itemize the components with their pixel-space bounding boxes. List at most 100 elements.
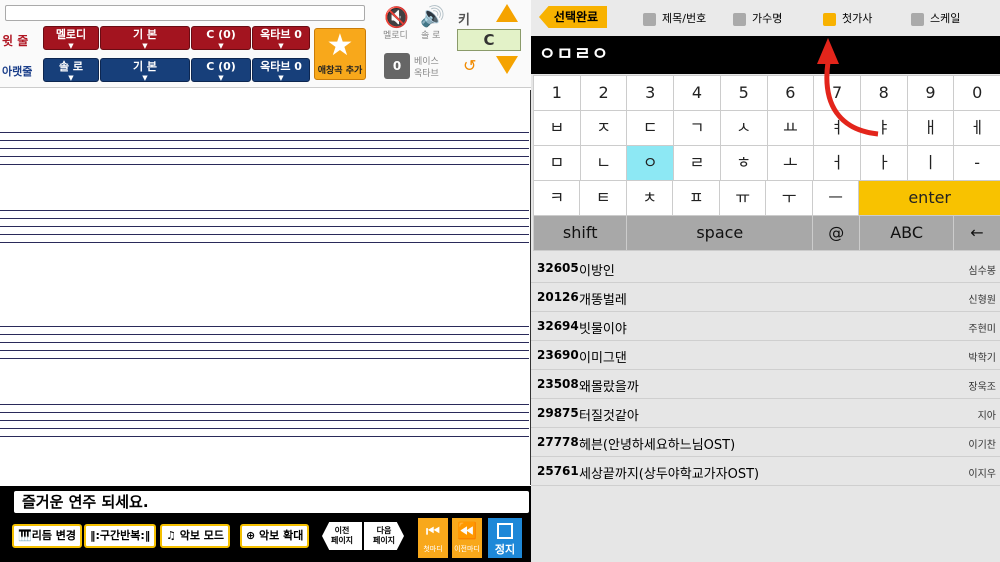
- upper-instrument-select[interactable]: 멜로디 ▼: [43, 26, 99, 50]
- lower-octave-select[interactable]: 옥타브 0 ▼: [252, 58, 310, 82]
- hangul-key[interactable]: ㅌ: [579, 180, 627, 216]
- hangul-key[interactable]: -: [953, 145, 1000, 181]
- prev-page-button[interactable]: 이전 페이지: [322, 522, 362, 550]
- hangul-key[interactable]: ㅔ: [953, 110, 1000, 146]
- number-key[interactable]: 5: [719, 75, 768, 111]
- number-key[interactable]: 7: [813, 75, 861, 111]
- song-title: 빗물이야: [579, 322, 627, 337]
- score-staff-area[interactable]: [0, 90, 531, 485]
- song-number: 25761: [537, 464, 579, 478]
- song-title: 왜몰랐을까: [579, 380, 639, 395]
- number-key[interactable]: 1: [533, 75, 581, 111]
- hangul-key[interactable]: ㅓ: [813, 145, 861, 181]
- upper-row-label: 윗 줄: [2, 34, 29, 48]
- next-page-button[interactable]: 다음 페이지: [364, 522, 404, 550]
- score-zoom-button[interactable]: ⊕ 악보 확대: [240, 524, 310, 548]
- song-list-item[interactable]: 25761 세상끝까지(상두야학교가자OST) 이지우: [531, 457, 1000, 486]
- hangul-key[interactable]: ㅣ: [906, 145, 955, 181]
- song-title: 이방인: [579, 264, 615, 279]
- select-done-button[interactable]: 선택완료: [539, 6, 607, 28]
- status-message: 즐거운 연주 되세요.: [14, 491, 529, 513]
- hangul-key[interactable]: ㅛ: [766, 110, 815, 146]
- upper-octave-select[interactable]: 옥타브 0 ▼: [252, 26, 310, 50]
- search-input[interactable]: ㅇㅁㄹㅇ: [531, 36, 1000, 74]
- lower-style-select[interactable]: 기 본 ▼: [100, 58, 190, 82]
- hangul-key[interactable]: ㅠ: [718, 180, 767, 216]
- hangul-key[interactable]: ㅎ: [719, 145, 768, 181]
- stop-button[interactable]: 정지: [488, 518, 522, 558]
- hangul-key[interactable]: ㅅ: [719, 110, 768, 146]
- song-artist: 이기찬: [968, 440, 996, 451]
- hangul-key[interactable]: ㅍ: [672, 180, 720, 216]
- prev-bar-button[interactable]: ⏪ 이전마디: [452, 518, 482, 558]
- number-key[interactable]: 8: [859, 75, 908, 111]
- shift-key[interactable]: shift: [533, 215, 628, 251]
- song-title: 세상끝까지(상두야학교가자OST): [579, 467, 760, 482]
- number-key[interactable]: 2: [579, 75, 628, 111]
- filter-title-number[interactable]: 제목/번호: [643, 10, 706, 26]
- hangul-key[interactable]: ㅐ: [906, 110, 955, 146]
- number-key[interactable]: 6: [766, 75, 815, 111]
- filter-first-lyrics[interactable]: 첫가사: [823, 10, 872, 26]
- hangul-key[interactable]: ㅁ: [533, 145, 581, 181]
- key-value: C: [457, 29, 521, 51]
- reset-icon[interactable]: ↺: [463, 56, 476, 75]
- at-key[interactable]: @: [812, 215, 861, 251]
- hangul-key[interactable]: ㅗ: [766, 145, 815, 181]
- section-repeat-button[interactable]: ‖:구간반복:‖: [84, 524, 157, 548]
- filter-scale[interactable]: 스케일: [911, 10, 960, 26]
- abc-key[interactable]: ABC: [859, 215, 954, 251]
- song-list-item[interactable]: 32605 이방인 심수봉: [531, 254, 1000, 283]
- upper-key-select[interactable]: C (0) ▼: [191, 26, 251, 50]
- bass-octave-value[interactable]: 0: [384, 53, 410, 79]
- hangul-key[interactable]: ㅕ: [813, 110, 861, 146]
- add-favorite-button[interactable]: ★ 애창곡 추가: [314, 28, 366, 80]
- hangul-key[interactable]: ㄴ: [579, 145, 628, 181]
- number-key[interactable]: 4: [673, 75, 721, 111]
- key-down-button[interactable]: [496, 56, 518, 74]
- hangul-key[interactable]: ㅊ: [625, 180, 674, 216]
- hangul-key[interactable]: ㄱ: [673, 110, 721, 146]
- song-list-item[interactable]: 23508 왜몰랐을까 장욱조: [531, 370, 1000, 399]
- space-key[interactable]: space: [626, 215, 814, 251]
- hangul-key[interactable]: ㅜ: [765, 180, 813, 216]
- mute-speaker-icon[interactable]: 🔇: [384, 5, 409, 29]
- first-bar-button[interactable]: ⏮ 첫마디: [418, 518, 448, 558]
- song-list-item[interactable]: 20126 개똥벌레 신형원: [531, 283, 1000, 312]
- speaker-icon[interactable]: 🔊: [420, 4, 445, 28]
- lower-key-select[interactable]: C (0) ▼: [191, 58, 251, 82]
- hangul-key[interactable]: ㅑ: [859, 110, 908, 146]
- hangul-key[interactable]: ㄹ: [673, 145, 721, 181]
- song-list-item[interactable]: 27778 헤븐(안녕하세요하느님OST) 이기찬: [531, 428, 1000, 457]
- hangul-key[interactable]: ㅡ: [811, 180, 860, 216]
- staff-system: [0, 404, 529, 444]
- hangul-key[interactable]: ㅏ: [859, 145, 908, 181]
- staff-system: [0, 132, 529, 172]
- backspace-key[interactable]: ←: [952, 215, 1000, 251]
- hangul-key[interactable]: ㅇ: [626, 145, 675, 181]
- lower-instrument-select[interactable]: 솔 로 ▼: [43, 58, 99, 82]
- number-key[interactable]: 0: [953, 75, 1000, 111]
- score-mode-button[interactable]: ♫ 악보 모드: [160, 524, 231, 548]
- enter-key[interactable]: enter: [858, 180, 1000, 216]
- song-list-item[interactable]: 32694 빗물이야 주현미: [531, 312, 1000, 341]
- upper-style-select[interactable]: 기 본 ▼: [100, 26, 190, 50]
- key-up-button[interactable]: [496, 4, 518, 22]
- prev-bar-icon: ⏪: [457, 521, 477, 540]
- song-title-field[interactable]: [5, 5, 365, 21]
- hangul-key[interactable]: ㅋ: [533, 180, 581, 216]
- number-key[interactable]: 9: [906, 75, 955, 111]
- song-title: 헤븐(안녕하세요하느님OST): [579, 438, 736, 453]
- number-key[interactable]: 3: [626, 75, 675, 111]
- music-note-icon: ♫: [166, 529, 180, 542]
- filter-singer[interactable]: 가수명: [733, 10, 782, 26]
- search-panel: 선택완료 제목/번호 가수명 첫가사 스케일 ㅇㅁㄹㅇ 1234567890 ㅂ…: [531, 0, 1000, 562]
- song-title: 개똥벌레: [579, 293, 627, 308]
- hangul-key[interactable]: ㅂ: [533, 110, 581, 146]
- song-list-item[interactable]: 29875 터질것같아 지아: [531, 399, 1000, 428]
- hangul-key[interactable]: ㄷ: [626, 110, 675, 146]
- hangul-key[interactable]: ㅈ: [579, 110, 628, 146]
- song-number: 23508: [537, 377, 579, 391]
- song-list-item[interactable]: 23690 이미그댄 박학기: [531, 341, 1000, 370]
- rhythm-change-button[interactable]: 🎹리듬 변경: [12, 524, 83, 548]
